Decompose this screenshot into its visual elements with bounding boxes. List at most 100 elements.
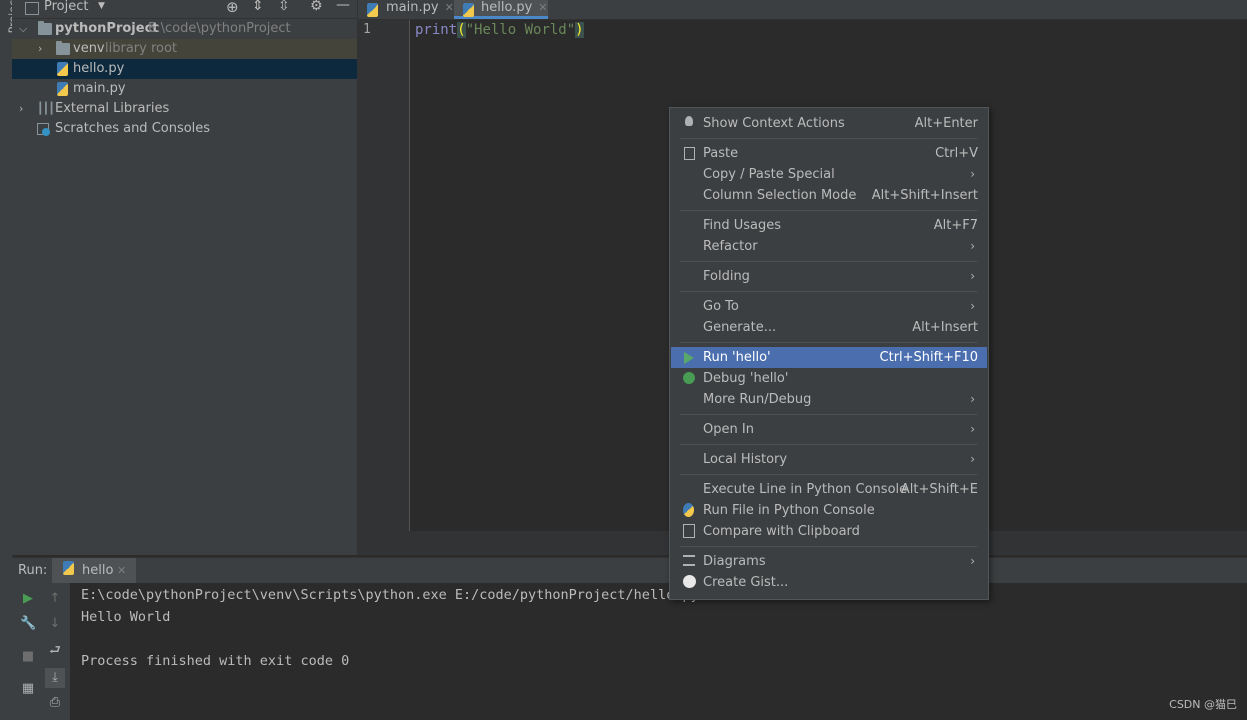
arrow-up-icon[interactable]: ↑ — [47, 591, 63, 607]
diagram-icon — [683, 555, 695, 566]
code-brace-close: ) — [575, 22, 584, 38]
menu-item-more-run-debug[interactable]: More Run/Debug › — [671, 389, 987, 410]
chevron-right-icon: › — [970, 167, 975, 181]
line-number: 1 — [363, 22, 371, 37]
menu-item-create-gist[interactable]: Create Gist... — [671, 572, 987, 593]
python-file-icon — [57, 62, 68, 76]
menu-separator — [680, 210, 977, 211]
close-icon[interactable]: ✕ — [117, 564, 126, 577]
chevron-right-icon: › — [970, 392, 975, 406]
menu-item-debug-hello[interactable]: Debug 'hello' — [671, 368, 987, 389]
locate-icon[interactable]: ⊕ — [226, 0, 239, 16]
menu-separator — [680, 291, 977, 292]
chevron-right-icon[interactable]: › — [19, 99, 29, 119]
run-tab-hello[interactable]: hello ✕ — [52, 558, 136, 584]
chevron-right-icon: › — [970, 269, 975, 283]
chevron-right-icon[interactable]: › — [38, 39, 48, 59]
menu-item-run-file-python-console[interactable]: Run File in Python Console — [671, 500, 987, 521]
stop-icon[interactable]: ■ — [20, 649, 36, 665]
tab-hello-py[interactable]: hello.py ✕ — [454, 0, 548, 19]
python-file-icon — [63, 561, 74, 575]
menu-separator — [680, 342, 977, 343]
code-function-name: print — [415, 22, 458, 38]
menu-item-copy-paste-special[interactable]: Copy / Paste Special › — [671, 164, 987, 185]
tree-item-path: E:\code\pythonProject — [148, 21, 291, 36]
collapse-all-icon[interactable]: ⇳ — [278, 0, 290, 14]
menu-separator — [680, 138, 977, 139]
tab-main-py[interactable]: main.py ✕ — [367, 0, 454, 19]
run-console[interactable]: E:\code\pythonProject\venv\Scripts\pytho… — [70, 583, 1247, 720]
library-icon: ┃┃┃ — [37, 102, 55, 115]
gear-icon[interactable]: ⚙ — [310, 0, 323, 14]
menu-item-compare-with-clipboard[interactable]: Compare with Clipboard — [671, 521, 987, 542]
scroll-to-end-icon[interactable]: ⤓ — [45, 668, 65, 688]
menu-item-refactor[interactable]: Refactor › — [671, 236, 987, 257]
menu-separator — [680, 444, 977, 445]
menu-item-run-hello[interactable]: Run 'hello' Ctrl+Shift+F10 — [671, 347, 987, 368]
layout-icon[interactable]: ▦ — [20, 681, 36, 697]
tree-item-pythonproject[interactable]: ⌵ pythonProject E:\code\pythonProject — [12, 19, 357, 39]
menu-item-find-usages[interactable]: Find Usages Alt+F7 — [671, 215, 987, 236]
rerun-icon[interactable]: ▶ — [20, 591, 36, 607]
close-icon[interactable]: ✕ — [445, 1, 454, 14]
menu-separator — [680, 414, 977, 415]
python-file-icon — [463, 3, 474, 17]
tree-item-label: Scratches and Consoles — [55, 121, 211, 136]
watermark: CSDN @猫巳 — [1169, 698, 1237, 711]
python-file-icon — [57, 82, 68, 96]
editor-tab-bar: main.py ✕ hello.py ✕ — [358, 0, 1247, 20]
menu-item-generate[interactable]: Generate... Alt+Insert — [671, 317, 987, 338]
tree-item-hint: library root — [105, 41, 178, 56]
code-string: "Hello World" — [465, 22, 576, 38]
menu-item-show-context-actions[interactable]: Show Context Actions Alt+Enter — [671, 113, 987, 134]
run-tab-label: hello — [82, 563, 114, 578]
tree-item-external-libraries[interactable]: › ┃┃┃ External Libraries — [12, 99, 357, 119]
tree-item-main-py[interactable]: main.py — [12, 79, 357, 99]
arrow-down-icon[interactable]: ↓ — [47, 616, 63, 632]
close-icon[interactable]: ✕ — [538, 1, 547, 14]
folder-icon — [38, 21, 52, 35]
project-panel-header: Project ▼ ⊕ ⇕ ⇳ ⚙ — — [12, 0, 357, 19]
python-file-icon — [367, 3, 378, 17]
folder-icon — [56, 41, 70, 55]
run-toolbar: ▶ 🔧 ■ ▦ ↑ ↓ ⮐ ⤓ ⎙ — [12, 583, 70, 720]
tree-item-venv[interactable]: › venv library root — [12, 39, 357, 59]
python-console-icon — [683, 503, 694, 517]
clipboard-icon — [684, 147, 695, 160]
compare-icon — [683, 524, 695, 538]
menu-item-open-in[interactable]: Open In › — [671, 419, 987, 440]
expand-all-icon[interactable]: ⇕ — [252, 0, 264, 14]
minimize-icon[interactable]: — — [336, 0, 350, 13]
chevron-right-icon: › — [970, 239, 975, 253]
tree-item-label: main.py — [73, 81, 126, 96]
chevron-right-icon: › — [970, 554, 975, 568]
tree-item-scratches[interactable]: Scratches and Consoles — [12, 119, 357, 139]
menu-separator — [680, 474, 977, 475]
scratches-badge-icon — [42, 128, 50, 136]
run-panel-header: Run: hello ✕ — [12, 557, 1247, 584]
soft-wrap-icon[interactable]: ⮐ — [47, 643, 63, 659]
project-panel: Project ▼ ⊕ ⇕ ⇳ ⚙ — ⌵ pythonProject E:\c… — [12, 0, 358, 555]
wrench-icon[interactable]: 🔧 — [20, 616, 36, 632]
project-view-selector[interactable]: Project — [44, 0, 88, 14]
chevron-down-icon[interactable]: ⌵ — [19, 19, 29, 39]
menu-item-paste[interactable]: Paste Ctrl+V — [671, 143, 987, 164]
menu-item-go-to[interactable]: Go To › — [671, 296, 987, 317]
menu-item-local-history[interactable]: Local History › — [671, 449, 987, 470]
menu-item-folding[interactable]: Folding › — [671, 266, 987, 287]
bug-icon — [683, 372, 695, 384]
print-icon[interactable]: ⎙ — [47, 695, 63, 711]
menu-item-diagrams[interactable]: Diagrams › — [671, 551, 987, 572]
menu-item-execute-line-python-console[interactable]: Execute Line in Python Console Alt+Shift… — [671, 479, 987, 500]
console-line: Hello World — [81, 609, 171, 625]
chevron-down-icon[interactable]: ▼ — [98, 1, 105, 11]
chevron-right-icon: › — [970, 422, 975, 436]
code-line-1[interactable]: print("Hello World") — [415, 22, 584, 38]
tree-item-hello-py[interactable]: hello.py — [12, 59, 357, 79]
tree-item-label: External Libraries — [55, 101, 170, 116]
console-line: E:\code\pythonProject\venv\Scripts\pytho… — [81, 587, 699, 603]
project-view-icon — [25, 2, 39, 15]
menu-separator — [680, 546, 977, 547]
run-panel-title: Run: — [18, 563, 48, 578]
menu-item-column-selection-mode[interactable]: Column Selection Mode Alt+Shift+Insert — [671, 185, 987, 206]
